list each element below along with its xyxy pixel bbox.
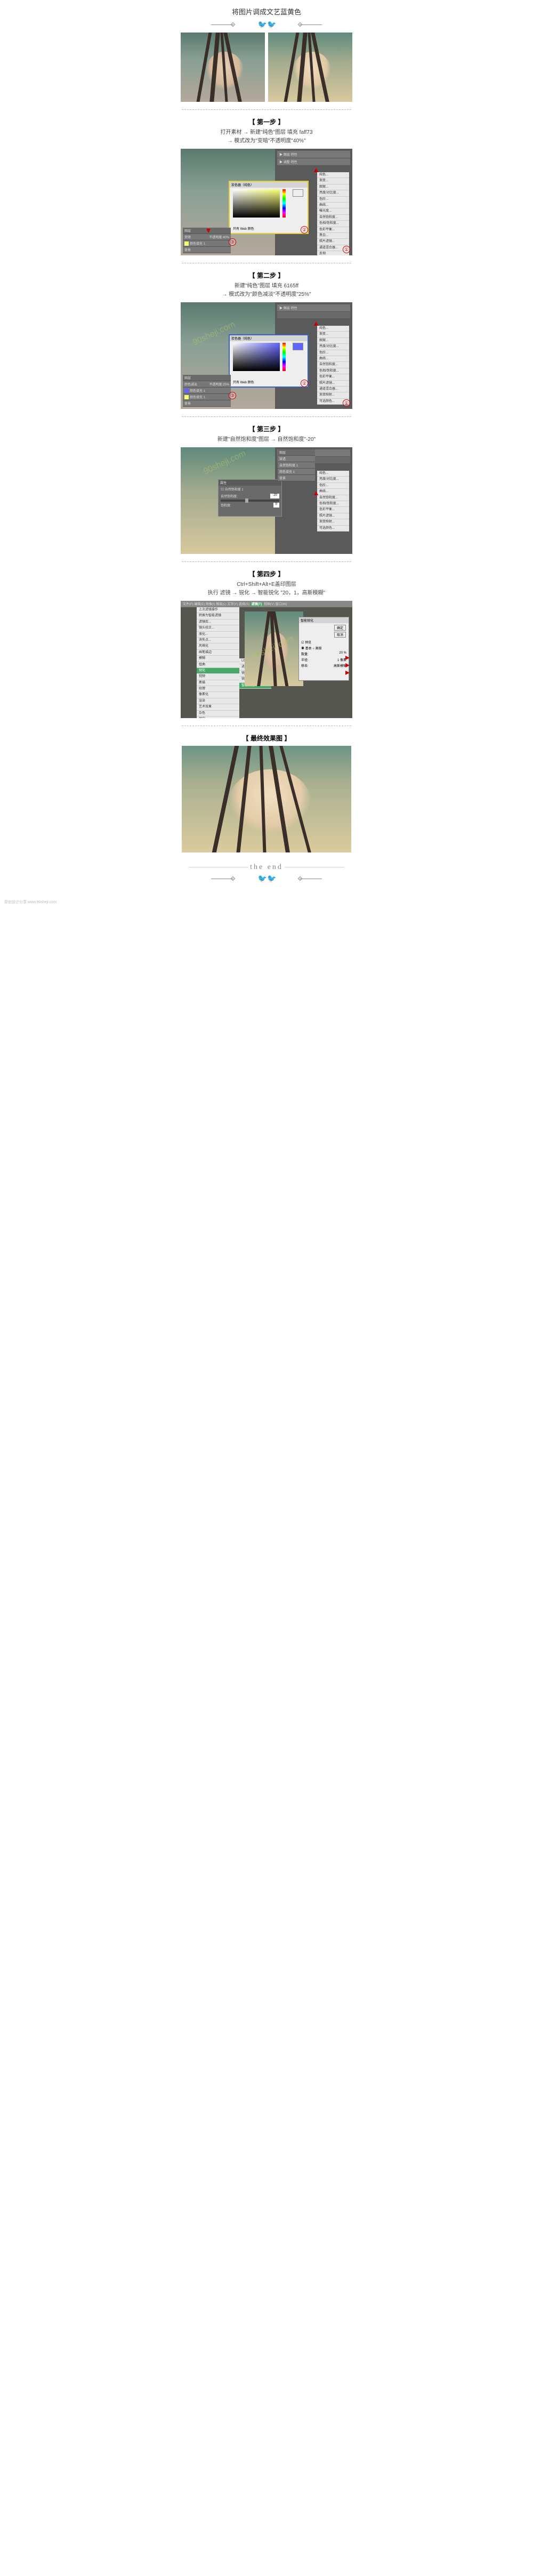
layers-panel[interactable]: 图层 穿透 自然饱和度 1 颜色填充 1 背景 [278, 449, 315, 481]
ornament-divider: 🐦 🐦 [235, 875, 298, 882]
step4-screenshot: 文件(F) 编辑(E) 图像(I) 图层(L) 文字(Y) 选择(S) 滤镜(T… [181, 601, 352, 718]
step1-desc: 打开素材 → 新建"纯色"图层 填充 faff73 → 模式改为"变暗"不透明度… [179, 128, 354, 146]
saturation-input[interactable]: 0 [273, 503, 279, 508]
marker-2: ② [301, 380, 308, 387]
layers-panel[interactable]: 图层 颜色减淡 不透明度:25% 颜色填充 1 颜色填充 1 背景 [183, 375, 231, 407]
marker-2: ② [301, 226, 308, 234]
step3-screenshot: 90sheji.com ▶ 图层 特性 纯色... 亮度/对比度... 色阶..… [181, 447, 352, 554]
color-field[interactable] [233, 343, 280, 371]
color-field[interactable] [233, 189, 280, 218]
step1-title: 第一步 [179, 117, 354, 126]
filter-menu[interactable]: 上次滤镜操作 转换为智能滤镜 滤镜库... 镜头校正... 液化... 消失点.… [197, 607, 239, 718]
after-image [268, 33, 352, 102]
adjustment-menu[interactable]: 纯色... 渐变... 图案... 亮度/对比度... 色阶... 曲线... … [317, 326, 349, 405]
adjustment-menu[interactable]: 纯色... 亮度/对比度... 色阶... 曲线... 自然饱和度... 色相/… [317, 471, 349, 532]
final-title: 最终效果图 [179, 734, 354, 743]
vibrance-properties[interactable]: 属性 ▥ 自然饱和度 1 自然饱和度: -20 饱和度: 0 [218, 479, 282, 517]
ornament-divider: 🐦 🐦 [235, 21, 298, 28]
adjustment-menu[interactable]: 纯色... 渐变... 图案... 亮度/对比度... 色阶... 曲线... … [317, 172, 349, 255]
cancel-button[interactable]: 取消 [334, 632, 346, 638]
marker-3: ③ [229, 238, 236, 246]
hue-slider[interactable] [282, 343, 286, 371]
ok-button[interactable]: 确定 [334, 625, 346, 631]
step4-title: 第四步 [179, 569, 354, 578]
step2-screenshot: 90sheji.com ▶ 图层 特性 纯色... 渐变... 图案... 亮度… [181, 302, 352, 409]
before-image [181, 33, 265, 102]
page-title: 将图片调成文艺蓝黄色 [179, 0, 354, 19]
divider [182, 109, 351, 110]
step3-title: 第三步 [179, 424, 354, 433]
hue-slider[interactable] [282, 189, 286, 218]
new-color-swatch [293, 343, 303, 350]
final-result-image [182, 746, 351, 852]
step2-desc: 新建"纯色"图层 填充 6165ff → 模式改为"颜色减淡"不透明度"25%" [179, 282, 354, 299]
marker-3: ③ [229, 392, 236, 399]
footer-note: 原创设计分享 www.90sheji.com [0, 897, 533, 911]
color-picker-dialog[interactable]: 拾色器（纯色） 只有 Web 颜色 ② [229, 334, 309, 388]
divider [182, 561, 351, 562]
the-end: the end [179, 863, 354, 872]
color-picker-dialog[interactable]: 拾色器（纯色） 只有 Web 颜色 ② [229, 181, 309, 234]
marker-1: ① [343, 399, 350, 407]
smart-sharpen-dialog[interactable]: 智能锐化 确定 取消 ☑ 预览 ◉ 基本 ○ 高级 数量:20 % 半径:1 像… [298, 617, 349, 681]
step4-desc: Ctrl+Shift+Alt+E盖印图层 执行 滤镜 → 锐化 → 智能锐化 "… [179, 581, 354, 598]
divider [182, 416, 351, 417]
step2-title: 第二步 [179, 271, 354, 280]
before-after-compare [179, 33, 354, 102]
step3-desc: 新建"自然饱和度"图层 → 自然饱和度"-20" [179, 436, 354, 444]
new-color-swatch [293, 189, 303, 197]
step1-screenshot: ▶ 图层 特性 ▶ 调整 特性 纯色... 渐变... 图案... 亮度/对比度… [181, 149, 352, 255]
vibrance-input[interactable]: -20 [270, 494, 279, 498]
marker-1: ① [343, 246, 350, 253]
